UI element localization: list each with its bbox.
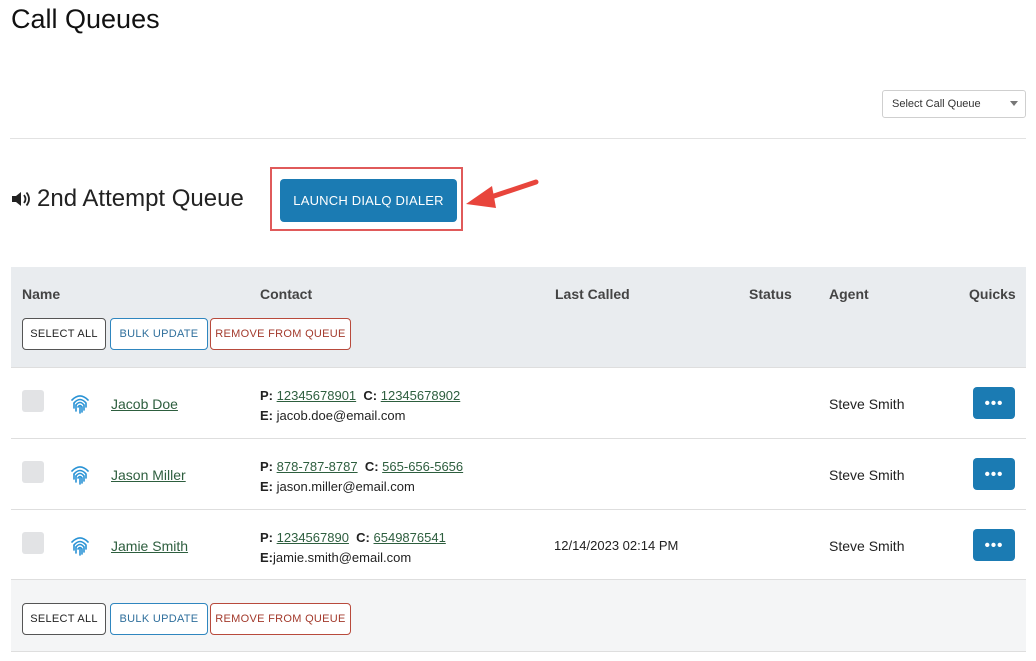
select-call-queue-placeholder: Select Call Queue <box>892 98 981 110</box>
contact-details: P: 12345678901 C: 12345678902 E: jacob.d… <box>260 386 460 426</box>
email-label: E: <box>260 408 273 423</box>
phone-link[interactable]: 878-787-8787 <box>277 459 358 474</box>
email-value: jamie.smith@email.com <box>273 550 412 565</box>
table-row: Jamie Smith P: 1234567890 C: 6549876541 … <box>11 509 1026 580</box>
row-checkbox[interactable] <box>22 532 44 554</box>
contact-name-link[interactable]: Jacob Doe <box>111 396 178 412</box>
fingerprint-icon <box>68 533 92 562</box>
row-checkbox[interactable] <box>22 390 44 412</box>
table-row: Jacob Doe P: 12345678901 C: 12345678902 … <box>11 367 1026 438</box>
launch-dialq-dialer-button[interactable]: LAUNCH DIALQ DIALER <box>280 179 457 222</box>
email-value: jacob.doe@email.com <box>273 408 406 423</box>
queue-name: 2nd Attempt Queue <box>37 185 244 212</box>
email-label: E: <box>260 479 273 494</box>
quick-actions-button[interactable]: ••• <box>973 529 1015 561</box>
quick-actions-button[interactable]: ••• <box>973 387 1015 419</box>
cell-link[interactable]: 6549876541 <box>374 530 446 545</box>
phone-label: P: <box>260 459 273 474</box>
email-value: jason.miller@email.com <box>273 479 415 494</box>
select-call-queue-dropdown[interactable]: Select Call Queue <box>882 90 1026 118</box>
last-called-value: 12/14/2023 02:14 PM <box>554 538 679 553</box>
column-header-last-called: Last Called <box>555 286 630 302</box>
table-footer: SELECT ALL BULK UPDATE REMOVE FROM QUEUE <box>11 579 1026 652</box>
contact-details: P: 878-787-8787 C: 565-656-5656 E: jason… <box>260 457 463 497</box>
agent-value: Steve Smith <box>829 467 905 483</box>
agent-value: Steve Smith <box>829 396 905 412</box>
select-all-button[interactable]: SELECT ALL <box>22 318 106 350</box>
contact-name-link[interactable]: Jamie Smith <box>111 538 188 554</box>
phone-link[interactable]: 12345678901 <box>277 388 357 403</box>
chevron-down-icon <box>1010 101 1018 106</box>
column-header-agent: Agent <box>829 286 869 302</box>
quick-actions-button[interactable]: ••• <box>973 458 1015 490</box>
remove-from-queue-button[interactable]: REMOVE FROM QUEUE <box>210 318 351 350</box>
call-queues-page: Call Queues Select Call Queue 2nd Attemp… <box>0 0 1036 661</box>
cell-label: C: <box>363 388 378 403</box>
column-header-name: Name <box>22 286 61 302</box>
contact-details: P: 1234567890 C: 6549876541 E:jamie.smit… <box>260 528 446 568</box>
page-title: Call Queues <box>11 4 160 34</box>
cell-label: C: <box>356 530 370 545</box>
fingerprint-icon <box>68 391 92 420</box>
table-row: Jason Miller P: 878-787-8787 C: 565-656-… <box>11 438 1026 509</box>
cell-link[interactable]: 12345678902 <box>381 388 461 403</box>
bulk-update-button-footer[interactable]: BULK UPDATE <box>110 603 208 635</box>
row-checkbox[interactable] <box>22 461 44 483</box>
remove-from-queue-button-footer[interactable]: REMOVE FROM QUEUE <box>210 603 351 635</box>
column-header-status: Status <box>749 286 792 302</box>
table-header: Name Contact Last Called Status Agent Qu… <box>11 267 1026 367</box>
email-label: E: <box>260 550 273 565</box>
fingerprint-icon <box>68 462 92 491</box>
contact-name-link[interactable]: Jason Miller <box>111 467 186 483</box>
phone-label: P: <box>260 388 273 403</box>
annotation-arrow-icon <box>462 173 542 218</box>
speaker-icon <box>10 189 32 209</box>
cell-label: C: <box>364 459 379 474</box>
column-header-quicks: Quicks <box>969 286 1016 302</box>
bulk-update-button[interactable]: BULK UPDATE <box>110 318 208 350</box>
cell-link[interactable]: 565-656-5656 <box>382 459 463 474</box>
divider <box>10 138 1026 139</box>
phone-label: P: <box>260 530 273 545</box>
queue-heading: 2nd Attempt Queue <box>10 184 244 214</box>
column-header-contact: Contact <box>260 286 313 302</box>
agent-value: Steve Smith <box>829 538 905 554</box>
select-all-button-footer[interactable]: SELECT ALL <box>22 603 106 635</box>
phone-link[interactable]: 1234567890 <box>277 530 349 545</box>
